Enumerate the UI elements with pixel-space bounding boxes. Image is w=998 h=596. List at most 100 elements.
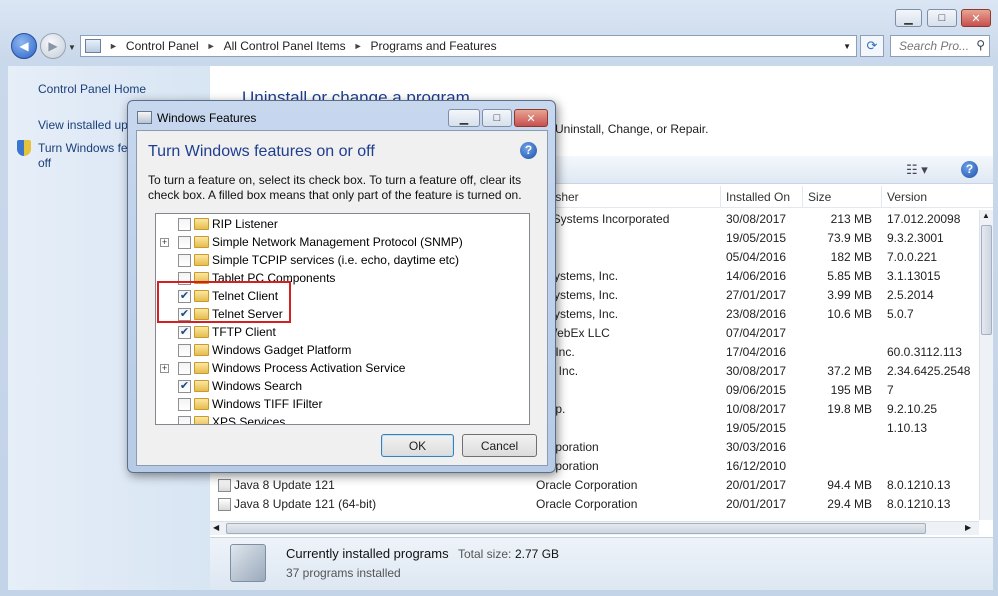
feature-checkbox[interactable]: ✔ [178,380,191,393]
dialog-maximize-button[interactable]: □ [482,109,512,127]
expand-icon[interactable]: + [160,364,169,373]
ok-button[interactable]: OK [381,434,454,457]
cell-installed-on: 30/03/2016 [726,440,787,454]
highlight-box [157,281,291,323]
feature-name: TFTP Client [212,325,276,339]
feature-item[interactable]: Simple TCPIP services (i.e. echo, daytim… [156,251,516,269]
feature-checkbox[interactable] [178,344,191,357]
help-icon[interactable]: ? [961,161,978,178]
refresh-button[interactable]: ⟳ [860,35,884,57]
breadcrumb-control-panel[interactable]: Control Panel [126,39,199,53]
feature-item[interactable]: Windows TIFF IFilter [156,395,516,413]
cell-size: 37.2 MB [827,364,872,378]
minimize-button[interactable]: ▁ [895,9,922,27]
table-row[interactable]: Java 8 Update 121 (64-bit) Oracle Corpora… [210,495,979,514]
cell-installed-on: 23/08/2016 [726,307,787,321]
feature-checkbox[interactable] [178,398,191,411]
cell-installed-on: 10/08/2017 [726,402,787,416]
cell-publisher: Oracle Corporation [536,497,638,511]
feature-item[interactable]: ✔ TFTP Client [156,323,516,341]
cell-installed-on: 16/12/2010 [726,459,787,473]
cell-installed-on: 19/05/2015 [726,231,787,245]
maximize-button[interactable]: □ [927,9,957,27]
cell-publisher: Oracle Corporation [536,478,638,492]
windows-features-dialog: Windows Features ▁ □ ✕ Turn Windows feat… [127,100,556,473]
feature-item[interactable]: Windows Gadget Platform [156,341,516,359]
search-input[interactable]: Search Pro... ⚲ [890,35,990,57]
back-button[interactable]: ◀ [11,33,37,59]
folder-icon [194,236,209,248]
search-icon: ⚲ [976,38,985,52]
dialog-help-icon[interactable]: ? [520,142,537,159]
cell-name: Java 8 Update 121 (64-bit) [234,497,377,511]
recent-pages-dropdown-icon[interactable]: ▼ [68,43,76,52]
cell-installed-on: 17/04/2016 [726,345,787,359]
cell-version: 2.34.6425.2548 [887,364,971,378]
windows-features-icon [137,111,152,124]
table-row[interactable]: Java 8 Update 121 Oracle Corporation 20/01… [210,476,979,495]
feature-name: Windows TIFF IFilter [212,397,323,411]
feature-checkbox[interactable] [178,236,191,249]
feature-name: Windows Process Activation Service [212,361,406,375]
column-installed-on[interactable]: Installed On [726,190,790,204]
control-panel-home-link[interactable]: Control Panel Home [38,82,146,96]
horizontal-scroll-thumb[interactable] [226,523,926,534]
feature-checkbox[interactable] [178,416,191,424]
back-arrow-icon: ◀ [19,39,29,53]
column-size[interactable]: Size [808,190,831,204]
vertical-scrollbar[interactable]: ▲ [979,210,993,520]
cell-version: 7 [887,383,894,397]
feature-item[interactable]: XPS Services [156,413,516,424]
feature-name: Windows Search [212,379,303,393]
cell-size: 94.4 MB [827,478,872,492]
dialog-title: Windows Features [157,111,257,125]
cell-version: 5.0.7 [887,307,914,321]
close-button[interactable]: ✕ [961,9,991,27]
page-subtitle: Uninstall, Change, or Repair. [555,122,709,136]
feature-checkbox[interactable] [178,362,191,375]
dialog-close-button[interactable]: ✕ [514,109,548,127]
cell-size: 213 MB [830,212,872,226]
forward-arrow-icon: ▶ [48,39,58,53]
breadcrumb-programs-features[interactable]: Programs and Features [371,39,497,53]
vertical-scroll-thumb[interactable] [981,225,992,335]
cell-installed-on: 30/08/2017 [726,364,787,378]
feature-item[interactable]: + Simple Network Management Protocol (SNM… [156,233,516,251]
forward-button[interactable]: ▶ [40,33,66,59]
feature-checkbox[interactable]: ✔ [178,326,191,339]
turn-windows-features-link[interactable]: Turn Windows fe [38,141,128,155]
cell-version: 17.012.20098 [887,212,961,226]
cell-version: 9.3.2.3001 [887,231,944,245]
dialog-body: Turn Windows features on or off ? To tur… [136,130,548,466]
turn-windows-features-link-cont[interactable]: off [38,156,51,170]
folder-icon [194,254,209,266]
feature-checkbox[interactable] [178,254,191,267]
feature-item[interactable]: + Windows Process Activation Service [156,359,516,377]
cell-installed-on: 09/06/2015 [726,383,787,397]
feature-name: Simple TCPIP services (i.e. echo, daytim… [212,253,459,267]
feature-item[interactable]: RIP Listener [156,215,516,233]
cell-version: 7.0.0.221 [887,250,938,264]
cancel-button[interactable]: Cancel [462,434,537,457]
cell-size: 73.9 MB [827,231,872,245]
cell-size: 19.8 MB [827,402,872,416]
cell-size: 182 MB [830,250,872,264]
cell-installed-on: 30/08/2017 [726,212,787,226]
feature-item[interactable]: ✔ Windows Search [156,377,516,395]
cell-version: 3.1.13015 [887,269,941,283]
feature-checkbox[interactable] [178,218,191,231]
folder-icon [194,398,209,410]
view-options-icon[interactable]: ☷ ▾ [906,162,928,178]
cell-size: 29.4 MB [827,497,872,511]
address-bar[interactable]: ► Control Panel ► All Control Panel Item… [80,35,857,57]
column-version[interactable]: Version [887,190,927,204]
dialog-minimize-button[interactable]: ▁ [448,109,480,127]
shield-icon [17,140,31,156]
view-installed-updates-link[interactable]: View installed up [38,118,128,132]
expand-icon[interactable]: + [160,238,169,247]
cell-version: 2.5.2014 [887,288,934,302]
address-dropdown-icon[interactable]: ▼ [843,42,851,51]
breadcrumb-all-items[interactable]: All Control Panel Items [224,39,346,53]
horizontal-scrollbar[interactable]: ◀ ▶ [210,521,979,535]
folder-icon [194,344,209,356]
